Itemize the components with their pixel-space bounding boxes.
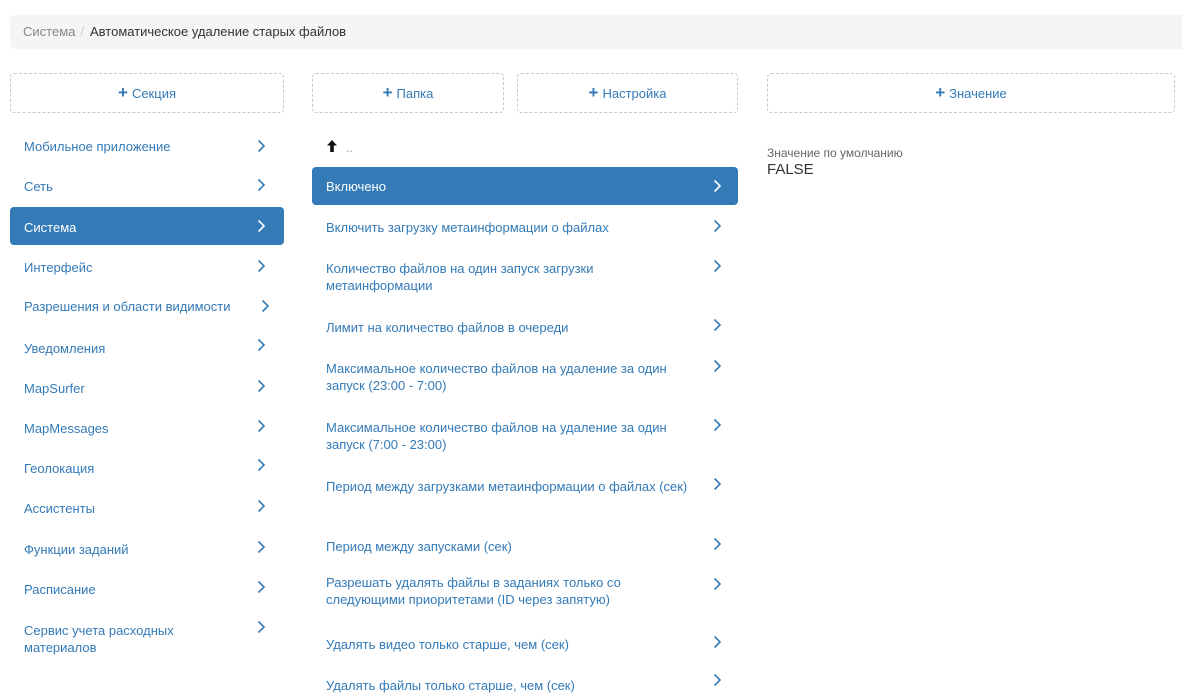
section-item-task-functions[interactable]: Функции заданий bbox=[10, 526, 284, 566]
section-item-label: Уведомления bbox=[24, 341, 106, 356]
section-item-label: MapMessages bbox=[24, 421, 109, 436]
plus-icon: + bbox=[382, 82, 393, 102]
parent-folder-label: .. bbox=[346, 141, 353, 155]
section-item-label: Ассистенты bbox=[24, 501, 95, 516]
add-section-label: Секция bbox=[131, 85, 176, 101]
chevron-right-icon bbox=[257, 446, 269, 486]
chevron-right-icon bbox=[257, 526, 269, 566]
chevron-right-icon bbox=[257, 612, 269, 662]
setting-item-label: Количество файлов на один запуск загрузк… bbox=[326, 261, 594, 293]
chevron-right-icon bbox=[713, 406, 725, 466]
section-item-network[interactable]: Сеть bbox=[10, 166, 284, 206]
setting-item-label: Включено bbox=[326, 179, 386, 194]
breadcrumb: Система / Автоматическое удаление старых ф… bbox=[10, 15, 1182, 49]
plus-icon: + bbox=[118, 82, 128, 102]
add-value-label: Значение bbox=[949, 85, 1007, 101]
section-item-notifications[interactable]: Уведомления bbox=[10, 326, 284, 366]
setting-item-allowed-priorities[interactable]: Разрешать удалять файлы в заданиях тольк… bbox=[312, 566, 738, 616]
setting-item-label: Максимальное количество файлов на удален… bbox=[326, 420, 667, 452]
chevron-right-icon bbox=[713, 616, 725, 656]
chevron-right-icon bbox=[257, 166, 269, 206]
add-folder-label: Папка bbox=[396, 85, 434, 101]
setting-item-label: Период между запусками (сек) bbox=[326, 539, 512, 554]
chevron-right-icon bbox=[257, 126, 269, 166]
add-setting-label: Настройка bbox=[602, 85, 667, 101]
breadcrumb-current: Автоматическое удаление старых файлов bbox=[89, 24, 347, 39]
section-item-mapmessages[interactable]: MapMessages bbox=[10, 406, 284, 446]
chevron-right-icon bbox=[713, 656, 725, 693]
section-item-label: Мобильное приложение bbox=[24, 139, 171, 154]
section-item-label: MapSurfer bbox=[24, 381, 85, 396]
parent-folder-row[interactable]: .. bbox=[326, 136, 353, 156]
setting-item-delete-files-older-than[interactable]: Удалять файлы только старше, чем (сек) bbox=[312, 656, 738, 693]
setting-item-enabled[interactable]: Включено bbox=[312, 167, 738, 205]
chevron-right-icon bbox=[257, 486, 269, 526]
chevron-right-icon bbox=[257, 406, 269, 446]
chevron-right-icon bbox=[261, 286, 273, 326]
breadcrumb-root[interactable]: Система bbox=[23, 24, 75, 39]
setting-item-label: Максимальное количество файлов на удален… bbox=[326, 361, 667, 393]
section-item-label: Интерфейс bbox=[24, 260, 93, 275]
section-item-schedule[interactable]: Расписание bbox=[10, 566, 284, 606]
chevron-right-icon bbox=[713, 167, 725, 205]
add-section-button[interactable]: + Секция bbox=[10, 73, 284, 113]
section-item-assistants[interactable]: Ассистенты bbox=[10, 486, 284, 526]
chevron-right-icon bbox=[713, 246, 725, 306]
section-item-geolocation[interactable]: Геолокация bbox=[10, 446, 284, 486]
setting-item-label: Включить загрузку метаинформации о файла… bbox=[326, 220, 609, 235]
section-item-system[interactable]: Система bbox=[10, 207, 284, 245]
setting-item-max-files-day[interactable]: Максимальное количество файлов на удален… bbox=[312, 406, 738, 466]
setting-item-label: Период между загрузками метаинформации о… bbox=[326, 479, 688, 494]
chevron-right-icon bbox=[257, 326, 269, 366]
setting-item-delete-video-older-than[interactable]: Удалять видео только старше, чем (сек) bbox=[312, 616, 738, 656]
section-item-label: Сеть bbox=[24, 179, 53, 194]
section-item-mapsurfer[interactable]: MapSurfer bbox=[10, 366, 284, 406]
setting-item-run-period[interactable]: Период между запусками (сек) bbox=[312, 526, 738, 566]
chevron-right-icon bbox=[713, 206, 725, 246]
setting-item-label: Удалять файлы только старше, чем (сек) bbox=[326, 678, 575, 693]
setting-item-label: Удалять видео только старше, чем (сек) bbox=[326, 637, 569, 652]
arrow-up-icon bbox=[327, 140, 337, 152]
breadcrumb-separator: / bbox=[80, 24, 84, 39]
chevron-right-icon bbox=[713, 526, 725, 566]
section-item-interface[interactable]: Интерфейс bbox=[10, 246, 284, 286]
chevron-right-icon bbox=[713, 306, 725, 346]
default-value: FALSE bbox=[767, 161, 814, 178]
add-setting-button[interactable]: + Настройка bbox=[517, 73, 738, 113]
setting-item-label: Лимит на количество файлов в очереди bbox=[326, 320, 569, 335]
setting-item-enable-metadata-loading[interactable]: Включить загрузку метаинформации о файла… bbox=[312, 206, 738, 246]
plus-icon: + bbox=[588, 82, 599, 102]
setting-item-queue-file-limit[interactable]: Лимит на количество файлов в очереди bbox=[312, 306, 738, 346]
chevron-right-icon bbox=[713, 346, 725, 406]
section-item-label: Геолокация bbox=[24, 461, 95, 476]
chevron-right-icon bbox=[257, 207, 269, 245]
setting-item-label: Разрешать удалять файлы в заданиях тольк… bbox=[326, 575, 621, 607]
chevron-right-icon bbox=[257, 366, 269, 406]
section-item-consumables-service[interactable]: Сервис учета расходных материалов bbox=[10, 612, 284, 662]
section-item-label: Система bbox=[24, 220, 77, 235]
plus-icon: + bbox=[935, 82, 946, 102]
section-item-label: Функции заданий bbox=[24, 542, 129, 557]
setting-item-max-files-night[interactable]: Максимальное количество файлов на удален… bbox=[312, 346, 738, 406]
chevron-right-icon bbox=[713, 466, 725, 526]
setting-item-metadata-load-period[interactable]: Период между загрузками метаинформации о… bbox=[312, 466, 738, 526]
section-item-label: Расписание bbox=[24, 582, 96, 597]
section-item-label: Разрешения и области видимости bbox=[24, 299, 231, 314]
setting-item-files-per-metadata-run[interactable]: Количество файлов на один запуск загрузк… bbox=[312, 246, 738, 306]
add-folder-button[interactable]: + Папка bbox=[312, 73, 504, 113]
chevron-right-icon bbox=[713, 566, 725, 616]
section-item-label: Сервис учета расходных материалов bbox=[24, 623, 174, 655]
add-value-button[interactable]: + Значение bbox=[767, 73, 1175, 113]
section-item-mobile-app[interactable]: Мобильное приложение bbox=[10, 126, 284, 166]
section-item-permissions[interactable]: Разрешения и области видимости bbox=[10, 286, 284, 326]
chevron-right-icon bbox=[257, 246, 269, 286]
default-value-label: Значение по умолчанию bbox=[767, 146, 903, 160]
chevron-right-icon bbox=[257, 566, 269, 606]
